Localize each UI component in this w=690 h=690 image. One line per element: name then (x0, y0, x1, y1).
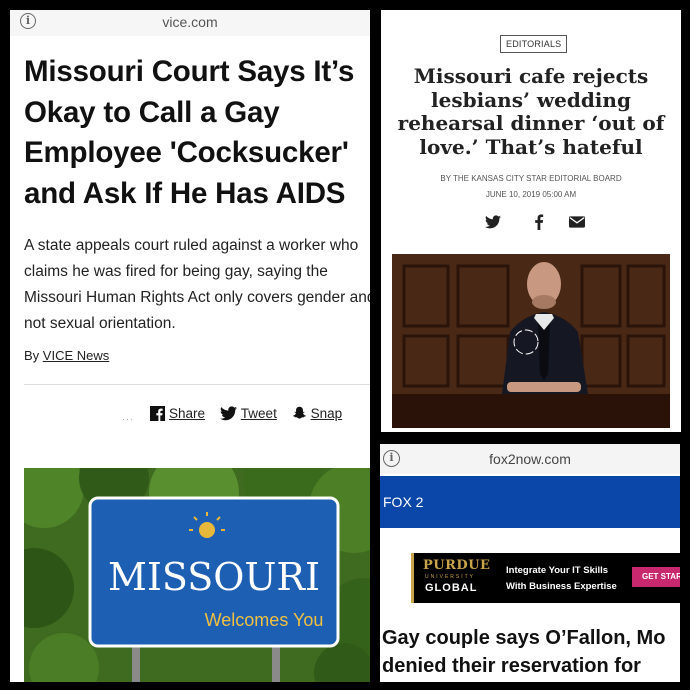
kcs-article-panel: EDITORIALS Missouri cafe rejects lesbian… (381, 10, 681, 432)
fox-headline-line: Gay couple says O’Fallon, Mo (382, 627, 666, 649)
kcs-headline-line: lesbians’ wedding (431, 87, 631, 112)
sign-main-text: MISSOURI (108, 555, 320, 599)
fox-nav-bar[interactable]: FOX 2 (380, 476, 680, 528)
fox-headline-line: denied their reservation for (382, 655, 641, 677)
fox-url: fox2now.com (489, 451, 571, 467)
kcs-headline: Missouri cafe rejects lesbians’ wedding … (381, 64, 681, 159)
ad-line-1: Integrate Your IT Skills (506, 565, 609, 576)
kcs-headline-line: love.’ That’s hateful (419, 134, 643, 159)
facebook-icon[interactable] (531, 214, 547, 230)
share-label: Share (169, 406, 206, 421)
vice-headline-line: Missouri Court Says It’s (24, 55, 355, 88)
ad-line-2: With Business Expertise (506, 581, 617, 592)
fox-headline: Gay couple says O’Fallon, Mo denied thei… (382, 624, 665, 680)
share-facebook-button[interactable]: Share (150, 406, 205, 421)
ad-brand-global: GLOBAL (425, 582, 478, 594)
vice-url: vice.com (162, 14, 218, 30)
sign-sub-text: Welcomes You (205, 610, 324, 630)
twitter-icon (219, 406, 237, 421)
vice-dek-line: claims he was fired for being gay, sayin… (24, 263, 328, 280)
ad-cta-button[interactable]: GET STAR (632, 567, 680, 587)
byline-author-link[interactable]: VICE News (43, 348, 109, 363)
vice-headline-line: Employee 'Cocksucker' (24, 136, 349, 169)
vice-article-panel: i vice.com Missouri Court Says It’s Okay… (10, 10, 370, 682)
tweet-label: Tweet (240, 406, 277, 421)
ad-accent-bar (411, 553, 414, 603)
fox-nav-label[interactable]: FOX 2 (383, 494, 423, 510)
vice-headline-line: Okay to Call a Gay (24, 95, 280, 129)
fox-address-bar[interactable]: i fox2now.com (380, 444, 680, 474)
snap-label: Snap (310, 406, 343, 421)
vice-dek-line: not sexual orientation. (24, 315, 176, 332)
share-twitter-button[interactable]: Tweet (219, 406, 277, 421)
ad-brand: PURDUE (423, 558, 491, 573)
vice-dek: A state appeals court ruled against a wo… (24, 233, 370, 337)
vice-address-bar[interactable]: i vice.com (10, 10, 370, 36)
vice-byline: By VICE News (24, 348, 109, 363)
byline-prefix: By (24, 348, 40, 363)
email-icon[interactable] (569, 214, 585, 230)
kcs-byline: BY THE KANSAS CITY STAR EDITORIAL BOARD (440, 174, 622, 183)
share-bar: Share Tweet Snap (150, 406, 353, 421)
facebook-icon (150, 406, 165, 421)
kcs-headline-line: Missouri cafe rejects (413, 64, 649, 88)
fox2-article-panel: i fox2now.com FOX 2 PURDUE UNIVERSITY GL… (380, 444, 680, 682)
man-portrait-photo (392, 254, 670, 428)
share-snapchat-button[interactable]: Snap (292, 406, 343, 421)
editorials-badge[interactable]: EDITORIALS (500, 35, 568, 53)
vice-headline: Missouri Court Says It’s Okay to Call a … (24, 52, 370, 214)
snapchat-icon (292, 406, 306, 419)
vice-dek-line: Missouri Human Rights Act only covers ge… (24, 289, 370, 306)
missouri-sign-photo: MISSOURI Welcomes You (24, 468, 370, 682)
dots-icon: ··· (122, 414, 134, 424)
purdue-ad-banner[interactable]: PURDUE UNIVERSITY GLOBAL Integrate Your … (411, 553, 680, 603)
twitter-icon[interactable] (485, 214, 501, 230)
vice-headline-line: and Ask If He Has AIDS (24, 176, 346, 210)
ad-brand-sub: UNIVERSITY (425, 574, 476, 580)
divider (24, 384, 370, 385)
kcs-headline-line: rehearsal dinner ‘out of (397, 111, 665, 135)
kcs-date: JUNE 10, 2019 05:00 AM (485, 190, 577, 199)
vice-dek-line: A state appeals court ruled against a wo… (24, 237, 359, 254)
